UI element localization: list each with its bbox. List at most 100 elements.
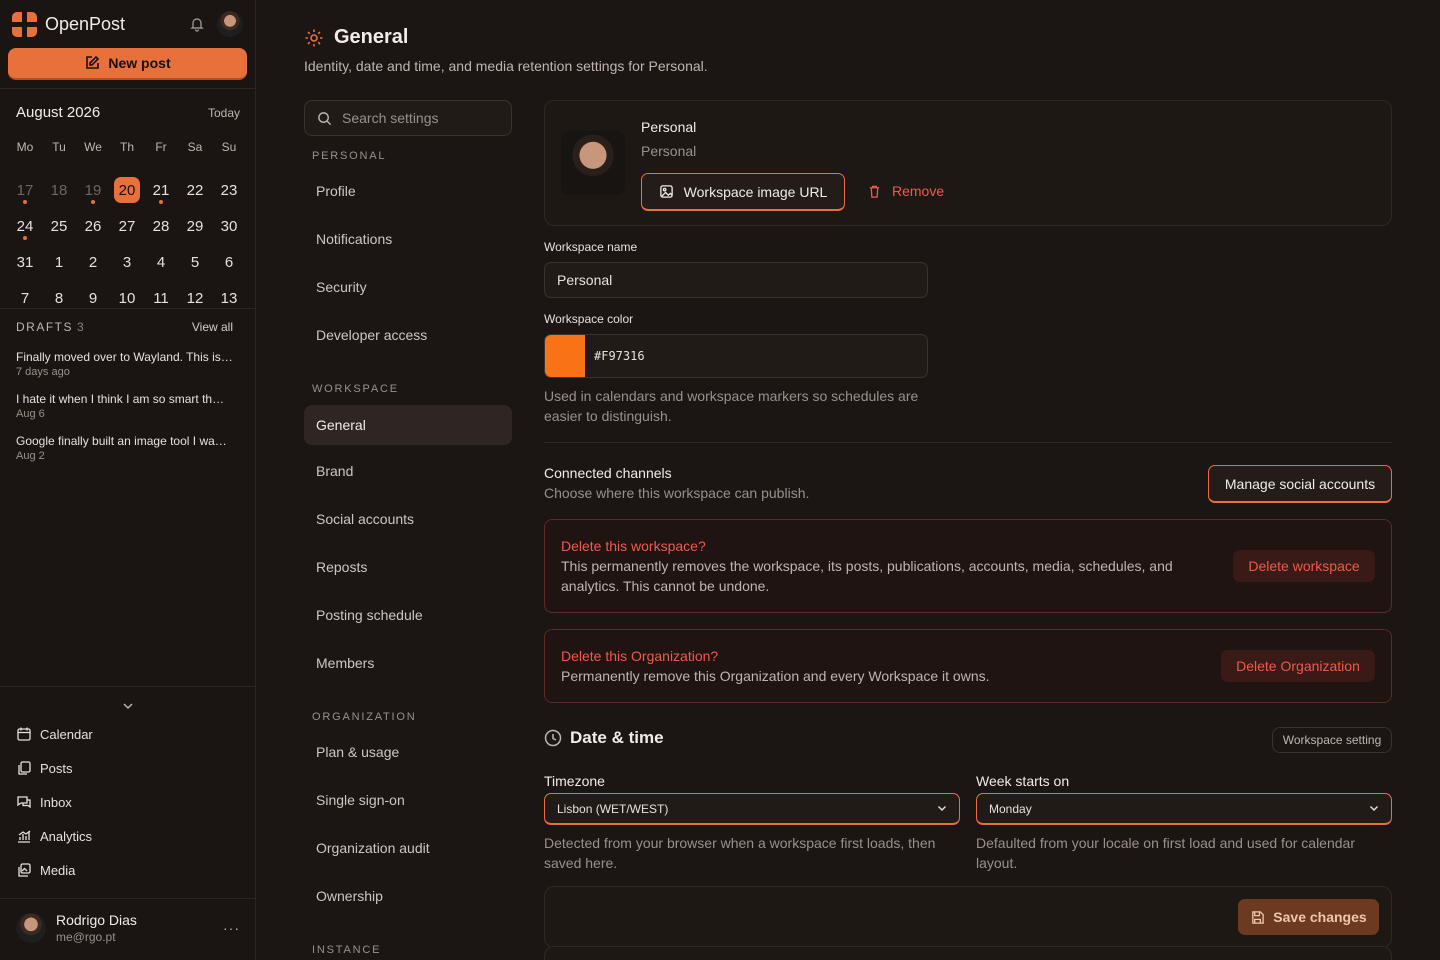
calendar-day[interactable]: 22 bbox=[178, 172, 212, 208]
draft-title: I hate it when I think I am so smart th… bbox=[16, 392, 225, 406]
bell-icon[interactable] bbox=[183, 10, 211, 38]
new-post-button[interactable]: New post bbox=[8, 48, 247, 80]
nav-analytics[interactable]: Analytics bbox=[16, 826, 236, 846]
calendar-day-number: 21 bbox=[152, 181, 170, 199]
workspace-setting-badge: Workspace setting bbox=[1272, 727, 1392, 753]
section-label-workspace: WORKSPACE bbox=[312, 383, 399, 395]
workspace-name-input[interactable]: Personal bbox=[544, 262, 928, 298]
calendar-day-number: 13 bbox=[220, 289, 238, 307]
user-menu[interactable]: Rodrigo Dias me@rgo.pt ··· bbox=[16, 912, 240, 944]
calendar-day-today[interactable]: 20 bbox=[110, 172, 144, 208]
week-starts-help: Defaulted from your locale on first load… bbox=[976, 835, 1355, 871]
settings-item-general[interactable]: General bbox=[304, 405, 512, 445]
color-swatch[interactable] bbox=[545, 335, 585, 377]
settings-item-profile[interactable]: Profile bbox=[304, 171, 512, 211]
image-icon bbox=[659, 185, 673, 198]
nav-inbox[interactable]: Inbox bbox=[16, 792, 236, 812]
calendar-day-number: 3 bbox=[122, 253, 132, 271]
clock-icon bbox=[544, 729, 562, 747]
workspace-color-input[interactable]: #F97316 bbox=[544, 334, 928, 378]
settings-item-single-sign-on[interactable]: Single sign-on bbox=[304, 780, 512, 820]
calendar-day[interactable]: 3 bbox=[110, 244, 144, 280]
calendar-day[interactable]: 29 bbox=[178, 208, 212, 244]
settings-item-security[interactable]: Security bbox=[304, 267, 512, 307]
settings-item-posting-schedule[interactable]: Posting schedule bbox=[304, 595, 512, 635]
calendar-day[interactable]: 25 bbox=[42, 208, 76, 244]
calendar-day[interactable]: 19 bbox=[76, 172, 110, 208]
workspace-image-url-button[interactable]: Workspace image URL bbox=[641, 173, 845, 211]
settings-search[interactable] bbox=[304, 100, 512, 136]
manage-social-accounts-button[interactable]: Manage social accounts bbox=[1208, 465, 1392, 503]
more-options-icon[interactable]: ··· bbox=[223, 920, 240, 936]
calendar-day-number: 4 bbox=[156, 253, 166, 271]
calendar-day[interactable]: 8 bbox=[42, 280, 76, 316]
calendar-day[interactable]: 4 bbox=[144, 244, 178, 280]
remove-image-button[interactable]: Remove bbox=[867, 183, 944, 199]
calendar-day[interactable]: 28 bbox=[144, 208, 178, 244]
calendar-day[interactable]: 24 bbox=[8, 208, 42, 244]
timezone-value: Lisbon (WET/WEST) bbox=[557, 801, 669, 816]
edit-icon bbox=[86, 55, 100, 69]
calendar-day[interactable]: 5 bbox=[178, 244, 212, 280]
settings-item-developer-access[interactable]: Developer access bbox=[304, 315, 512, 355]
draft-item[interactable]: Google finally built an image tool I wa…… bbox=[16, 434, 236, 462]
weekday-label: Sa bbox=[187, 140, 203, 154]
collapse-chevron-icon[interactable] bbox=[118, 698, 138, 714]
settings-item-members[interactable]: Members bbox=[304, 643, 512, 683]
openpost-logo-icon bbox=[12, 11, 37, 37]
calendar-day[interactable]: 2 bbox=[76, 244, 110, 280]
draft-item[interactable]: Finally moved over to Wayland. This is… … bbox=[16, 350, 236, 378]
calendar-today-button[interactable]: Today bbox=[208, 106, 240, 120]
calendar-day-number: 5 bbox=[190, 253, 200, 271]
calendar-day[interactable]: 13 bbox=[212, 280, 246, 316]
calendar-day-number: 30 bbox=[220, 217, 238, 235]
nav-calendar[interactable]: Calendar bbox=[16, 724, 236, 744]
week-starts-select[interactable]: Monday bbox=[976, 793, 1392, 825]
delete-workspace-button[interactable]: Delete workspace bbox=[1233, 550, 1375, 582]
draft-item[interactable]: I hate it when I think I am so smart th…… bbox=[16, 392, 236, 420]
divider bbox=[544, 442, 1392, 443]
delete-workspace-title: Delete this workspace? bbox=[561, 538, 706, 554]
inbox-icon bbox=[17, 796, 31, 809]
settings-item-plan-usage[interactable]: Plan & usage bbox=[304, 732, 512, 772]
calendar-day-number: 22 bbox=[186, 181, 204, 199]
search-input[interactable] bbox=[342, 110, 492, 126]
calendar-day[interactable]: 7 bbox=[8, 280, 42, 316]
calendar-day[interactable]: 6 bbox=[212, 244, 246, 280]
workspace-color-help: Used in calendars and workspace markers … bbox=[544, 388, 919, 424]
save-changes-button[interactable]: Save changes bbox=[1238, 899, 1379, 935]
avatar[interactable] bbox=[217, 11, 243, 37]
settings-item-social-accounts[interactable]: Social accounts bbox=[304, 499, 512, 539]
calendar-day[interactable]: 26 bbox=[76, 208, 110, 244]
new-post-label: New post bbox=[108, 55, 171, 71]
calendar-day[interactable]: 18 bbox=[42, 172, 76, 208]
view-all-drafts-link[interactable]: View all bbox=[192, 320, 233, 334]
settings-item-brand[interactable]: Brand bbox=[304, 451, 512, 491]
settings-item-notifications[interactable]: Notifications bbox=[304, 219, 512, 259]
timezone-select[interactable]: Lisbon (WET/WEST) bbox=[544, 793, 960, 825]
drafts-count: 3 bbox=[77, 320, 86, 334]
mini-calendar: Mo Tu We Th Fr Sa Su 17 18 19 20 21 22 23 24 25 26 27 28 29… bbox=[8, 136, 248, 316]
divider bbox=[0, 898, 256, 899]
settings-item-organization-audit[interactable]: Organization audit bbox=[304, 828, 512, 868]
calendar-day[interactable]: 9 bbox=[76, 280, 110, 316]
nav-posts[interactable]: Posts bbox=[16, 758, 236, 778]
calendar-day[interactable]: 31 bbox=[8, 244, 42, 280]
save-icon bbox=[1252, 910, 1265, 924]
search-icon bbox=[318, 111, 332, 125]
calendar-day[interactable]: 21 bbox=[144, 172, 178, 208]
calendar-day[interactable]: 27 bbox=[110, 208, 144, 244]
calendar-day[interactable]: 1 bbox=[42, 244, 76, 280]
nav-media[interactable]: Media bbox=[16, 860, 236, 880]
calendar-day[interactable]: 17 bbox=[8, 172, 42, 208]
settings-item-reposts[interactable]: Reposts bbox=[304, 547, 512, 587]
delete-organization-button[interactable]: Delete Organization bbox=[1221, 650, 1375, 682]
calendar-day[interactable]: 30 bbox=[212, 208, 246, 244]
media-icon bbox=[18, 863, 31, 877]
calendar-day[interactable]: 11 bbox=[144, 280, 178, 316]
calendar-day[interactable]: 23 bbox=[212, 172, 246, 208]
calendar-day[interactable]: 10 bbox=[110, 280, 144, 316]
settings-item-ownership[interactable]: Ownership bbox=[304, 876, 512, 916]
calendar-day[interactable]: 12 bbox=[178, 280, 212, 316]
connected-channels-subtitle: Choose where this workspace can publish. bbox=[544, 485, 810, 501]
